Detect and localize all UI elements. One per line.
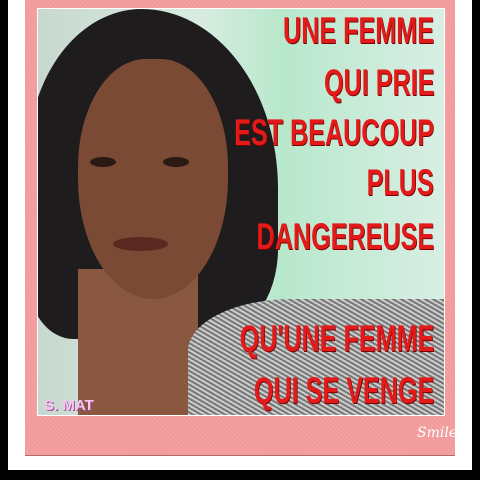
face [78, 59, 228, 299]
quote-line: EST BEAUCOUP [234, 112, 434, 153]
quote-line: DANGEREUSE [256, 216, 434, 257]
lips [113, 237, 168, 251]
signature: S. MAT [44, 397, 94, 414]
quote-line: PLUS [366, 162, 434, 203]
photo: UNE FEMME QUI PRIE EST BEAUCOUP PLUS DAN… [37, 8, 445, 416]
quote-line: UNE FEMME [283, 10, 434, 51]
right-eye [163, 157, 189, 167]
left-eye [90, 157, 116, 167]
quote-line: QU'UNE FEMME [239, 318, 434, 359]
quote-line: QUI SE VENGE [253, 370, 434, 411]
frame-caption: Smile [417, 425, 458, 441]
quote-line: QUI PRIE [323, 62, 434, 103]
